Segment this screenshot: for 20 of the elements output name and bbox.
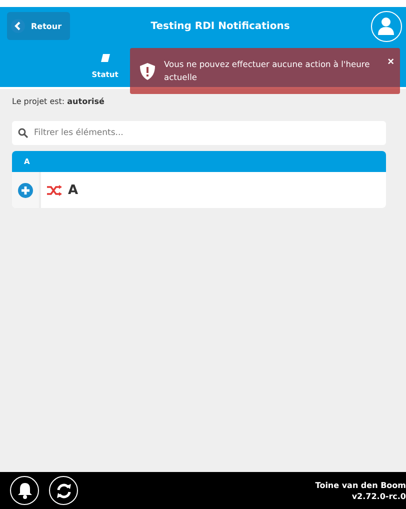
tag-icon (100, 54, 110, 62)
plus-circle-icon[interactable] (18, 182, 33, 198)
chevron-left-icon (11, 19, 25, 33)
user-name: Toine van den Boom (315, 480, 406, 490)
toast-message: Vous ne pouvez effectuer aucune action à l'heure actuelle (164, 58, 371, 84)
refresh-icon (56, 482, 72, 498)
shuffle-icon (47, 184, 62, 196)
search-field[interactable]: Filtrer les éléments... (12, 121, 386, 145)
user-avatar-button[interactable] (370, 10, 402, 42)
person-silhouette-icon (378, 17, 394, 35)
back-button[interactable]: Retour (7, 12, 70, 40)
bell-button[interactable] (10, 476, 39, 505)
bell-icon (16, 482, 32, 499)
search-icon (18, 128, 28, 138)
project-status-text: Le projet est: autorisé (12, 97, 106, 106)
version-text: v2.72.0-rc.0 (352, 490, 406, 502)
refresh-button[interactable] (49, 476, 78, 505)
shield-exclamation-icon (140, 62, 155, 80)
page-title: Testing RDI Notifications (150, 20, 290, 32)
close-button[interactable]: × (388, 56, 394, 68)
